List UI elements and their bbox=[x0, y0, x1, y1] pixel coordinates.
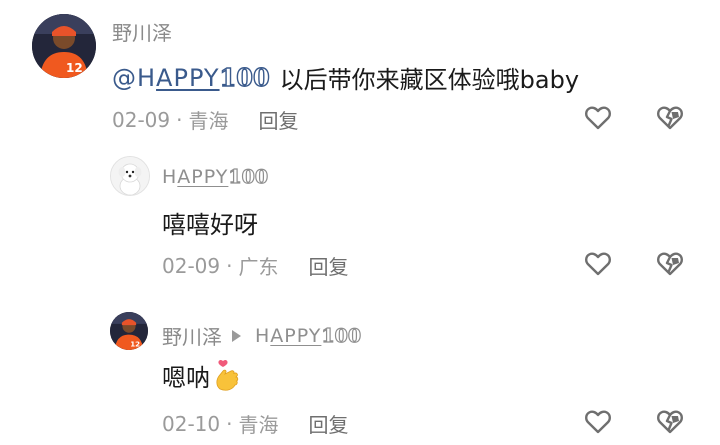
mention-underlined: APPY bbox=[156, 64, 220, 92]
handle-number: 100 bbox=[321, 324, 362, 347]
comment-date: 02-09 bbox=[112, 107, 171, 132]
basketball-player-avatar-icon: 12 bbox=[110, 312, 148, 350]
meta-separator: · bbox=[226, 253, 233, 278]
mention-number: 100 bbox=[219, 62, 271, 92]
heart-outline-icon[interactable] bbox=[584, 104, 612, 132]
reply-button[interactable]: 回复 bbox=[308, 409, 348, 438]
username-row: 野川泽 HAPPY100 bbox=[162, 321, 362, 350]
handle-prefix: H bbox=[162, 166, 178, 188]
handle-underlined: APPY bbox=[270, 324, 322, 347]
broken-heart-icon[interactable] bbox=[656, 104, 684, 132]
svg-text:12: 12 bbox=[66, 61, 83, 75]
mention-prefix: @H bbox=[112, 64, 157, 92]
reply-button[interactable]: 回复 bbox=[258, 105, 298, 134]
meta-separator: · bbox=[176, 107, 183, 132]
username[interactable]: HAPPY100 bbox=[162, 165, 269, 188]
username[interactable]: 野川泽 bbox=[112, 17, 172, 46]
comment-meta: 02-09 · 广东 回复 bbox=[162, 251, 348, 280]
broken-heart-icon[interactable] bbox=[656, 250, 684, 278]
reply-arrow-icon bbox=[232, 329, 241, 342]
comment-location: 青海 bbox=[238, 413, 279, 437]
comment-body: 以后带你来藏区体验哦baby bbox=[279, 66, 580, 94]
username-text[interactable]: 野川泽 bbox=[162, 321, 222, 350]
comment-text: 嗯呐 bbox=[162, 358, 240, 393]
svg-text:12: 12 bbox=[130, 339, 140, 348]
handle-number: 100 bbox=[228, 165, 269, 188]
heart-outline-icon[interactable] bbox=[584, 250, 612, 278]
heart-outline-icon[interactable] bbox=[584, 408, 612, 436]
handle-underlined: APPY bbox=[177, 166, 229, 188]
comment-location: 广东 bbox=[238, 255, 279, 279]
avatar[interactable]: 12 bbox=[32, 14, 96, 78]
username-handle[interactable]: HAPPY100 bbox=[162, 165, 269, 188]
comment-date: 02-09 bbox=[162, 253, 221, 278]
mention-link[interactable]: @HAPPY100 bbox=[112, 62, 271, 92]
broken-heart-icon[interactable] bbox=[656, 408, 684, 436]
basketball-player-avatar-icon: 12 bbox=[32, 14, 96, 78]
finger-heart-emoji-icon bbox=[214, 359, 240, 393]
comment-date: 02-10 bbox=[162, 411, 221, 436]
avatar[interactable] bbox=[110, 156, 150, 196]
handle-prefix: H bbox=[255, 324, 271, 347]
white-dog-avatar-icon bbox=[111, 157, 149, 195]
reply-to-handle[interactable]: HAPPY100 bbox=[255, 324, 362, 347]
avatar[interactable]: 12 bbox=[110, 312, 148, 350]
comment-text: @HAPPY100 以后带你来藏区体验哦baby bbox=[112, 60, 579, 95]
username-text[interactable]: 野川泽 bbox=[112, 17, 172, 46]
comment-body: 嗯呐 bbox=[162, 364, 210, 392]
comment-location: 青海 bbox=[188, 109, 229, 133]
comment-body: 嘻嘻好呀 bbox=[162, 211, 258, 239]
comment-meta: 02-09 · 青海 回复 bbox=[112, 105, 298, 134]
reply-button[interactable]: 回复 bbox=[308, 251, 348, 280]
comment-meta: 02-10 · 青海 回复 bbox=[162, 409, 348, 438]
meta-separator: · bbox=[226, 411, 233, 436]
comment-text: 嘻嘻好呀 bbox=[162, 205, 258, 240]
